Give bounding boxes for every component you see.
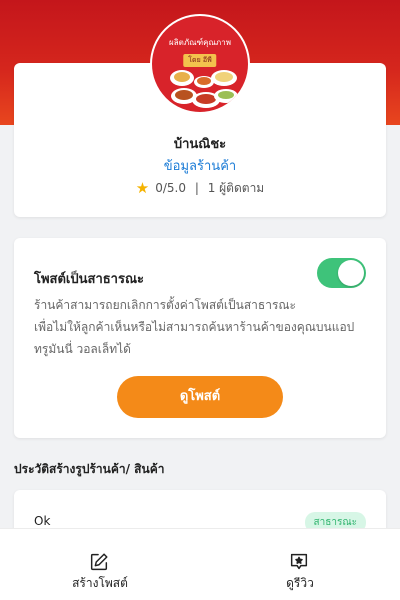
create-post-label: สร้างโพสต์ — [72, 576, 128, 590]
star-message-icon — [290, 553, 308, 570]
edit-icon — [90, 553, 108, 571]
public-post-title: โพสต์เป็นสาธารณะ — [34, 272, 145, 287]
rating-value: 0/5.0 — [155, 181, 186, 195]
view-post-button[interactable]: ดูโพสต์ — [117, 376, 283, 418]
history-item-name: Ok — [34, 514, 51, 528]
rating-row: ★ 0/5.0 | 1 ผู้ติดตาม — [14, 179, 386, 198]
history-heading: ประวัติสร้างรูปร้านค้า/ สินค้า — [14, 462, 165, 476]
public-post-description: ร้านค้าสามารถยกเลิกการตั้งค่าโพสต์เป็นสา… — [34, 294, 374, 360]
create-post-tab[interactable]: สร้างโพสต์ — [0, 529, 200, 600]
bottom-bar: สร้างโพสต์ ดูรีวิว — [0, 528, 400, 600]
shop-name: บ้านณิชะ — [173, 137, 227, 152]
shop-logo: ผลิตภัณฑ์คุณภาพ โดย อีพี — [150, 14, 250, 114]
followers-count: 1 ผู้ติดตาม — [207, 181, 265, 195]
description-line-2: เพื่อไม่ให้ลูกค้าเห็นหรือไม่สามารถค้นหาร… — [34, 320, 355, 334]
star-icon: ★ — [135, 179, 150, 197]
toggle-knob — [338, 260, 364, 286]
food-plates-icon — [170, 70, 238, 108]
rating-separator: | — [194, 181, 199, 195]
public-post-card: โพสต์เป็นสาธารณะ ร้านค้าสามารถยกเลิกการต… — [14, 238, 386, 438]
shop-info-link[interactable]: ข้อมูลร้านค้า — [14, 155, 386, 176]
public-post-toggle[interactable] — [317, 258, 366, 288]
description-line-3: ทรูมันนี่ วอลเล็ทได้ — [34, 342, 131, 356]
view-review-label: ดูรีวิว — [286, 576, 314, 590]
description-line-1: ร้านค้าสามารถยกเลิกการตั้งค่าโพสต์เป็นสา… — [34, 298, 297, 312]
view-review-tab[interactable]: ดูรีวิว — [200, 529, 400, 600]
